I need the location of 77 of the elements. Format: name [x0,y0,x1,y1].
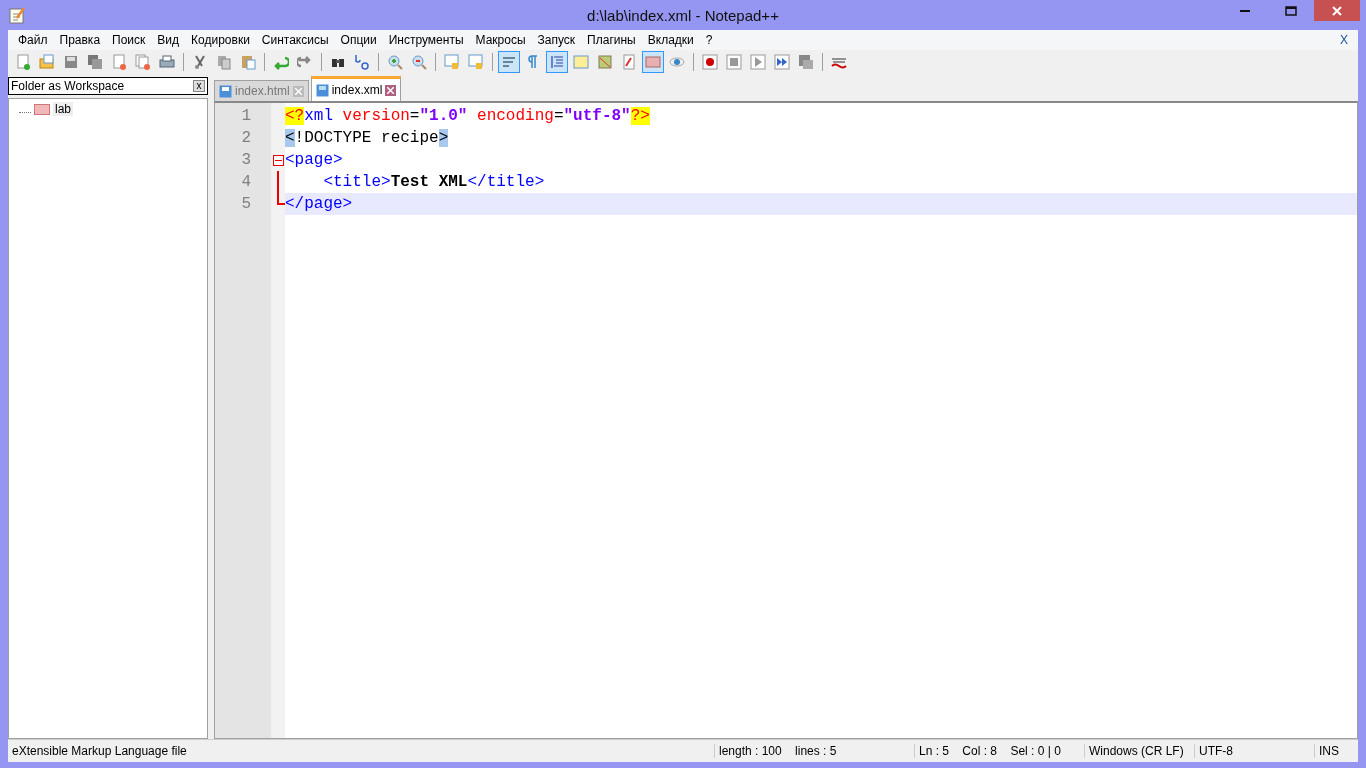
cut-icon [192,54,208,70]
status-text: Windows (CR LF) [1084,744,1194,758]
undo-icon [273,54,289,70]
save-all-icon [87,54,103,70]
document-icon [621,54,637,70]
menu-item[interactable]: Файл [12,33,54,47]
replace-icon [354,54,370,70]
menu-item[interactable]: Инструменты [382,33,470,47]
close-all-icon [135,54,151,70]
map-icon [597,54,613,70]
code-line: <!DOCTYPE recipe> [285,128,450,149]
indent-guide-icon [549,54,565,70]
new-file-icon [15,54,31,70]
menu-item[interactable]: Вид [151,33,186,47]
stop-icon [726,54,742,70]
play-icon [750,54,766,70]
redo-icon [297,54,313,70]
minimize-icon [1240,9,1250,12]
record-icon [702,54,718,70]
menu-item[interactable]: ? [699,33,719,47]
word-wrap-icon [501,54,517,70]
save-icon [63,54,79,70]
fast-forward-icon [774,54,790,70]
eye-icon [669,54,685,70]
window-title: d:\lab\index.xml - Notepad++ [587,6,779,24]
panel-close-button[interactable]: x [193,80,205,92]
status-text: eXtensible Markup Language file [11,744,188,758]
menu-item[interactable]: Запуск [531,33,582,47]
copy-icon [216,54,232,70]
status-text: Ln : 5 Col : 8 Sel : 0 | 0 [914,744,1084,758]
line-number: 3 [240,150,252,171]
line-number: 1 [240,106,252,127]
tree-item[interactable]: lab [53,102,73,116]
folder-icon [645,54,661,70]
status-text: length : 100 lines : 5 [714,744,914,758]
panel-icon [573,54,589,70]
menu-item[interactable]: Опции [334,33,383,47]
line-number: 4 [240,172,252,193]
fold-end-line [277,193,285,205]
toolbar-button[interactable] [771,51,793,73]
menu-item[interactable]: Вкладки [641,33,700,47]
close-button[interactable] [1314,0,1360,21]
open-file-icon [39,54,55,70]
menu-item[interactable]: Кодировки [185,33,256,47]
tab-close-button[interactable] [292,85,304,97]
tab-close-button[interactable] [385,84,397,96]
toolbar-button[interactable] [699,51,721,73]
menu-item[interactable]: Макросы [469,33,532,47]
close-icon [1332,5,1342,16]
maximize-icon [1285,5,1297,16]
code-line: <title>Test XML</title> [322,172,546,193]
fold-minus-icon[interactable] [272,154,284,166]
notepad-app-icon [8,6,26,24]
close-file-icon [111,54,127,70]
zoom-in-icon [387,54,403,70]
panel-title: Folder as Workspace [11,79,125,93]
status-text: INS [1314,744,1358,758]
menu-item[interactable]: Правка [53,33,107,47]
fold-line [277,171,279,193]
window-lock-icon [444,54,460,70]
code-line: <page> [285,150,344,171]
save-icon [315,83,329,97]
save-icon [219,84,232,98]
close-document-button[interactable]: X [1340,33,1354,47]
status-text: UTF-8 [1194,744,1314,758]
menu-item[interactable]: Поиск [106,33,152,47]
print-icon [159,54,175,70]
line-number: 5 [240,194,252,215]
paste-icon [240,54,256,70]
document-tab[interactable]: index.xml [310,76,402,101]
code-line: <?xml version="1.0" encoding="utf-8"?> [285,106,651,127]
window-lock-icon [468,54,484,70]
macro-save-icon [798,54,814,70]
menu-item[interactable]: Синтаксисы [255,33,335,47]
menu-item[interactable]: Плагины [581,33,642,47]
line-number: 2 [240,128,252,149]
zoom-out-icon [411,54,427,70]
